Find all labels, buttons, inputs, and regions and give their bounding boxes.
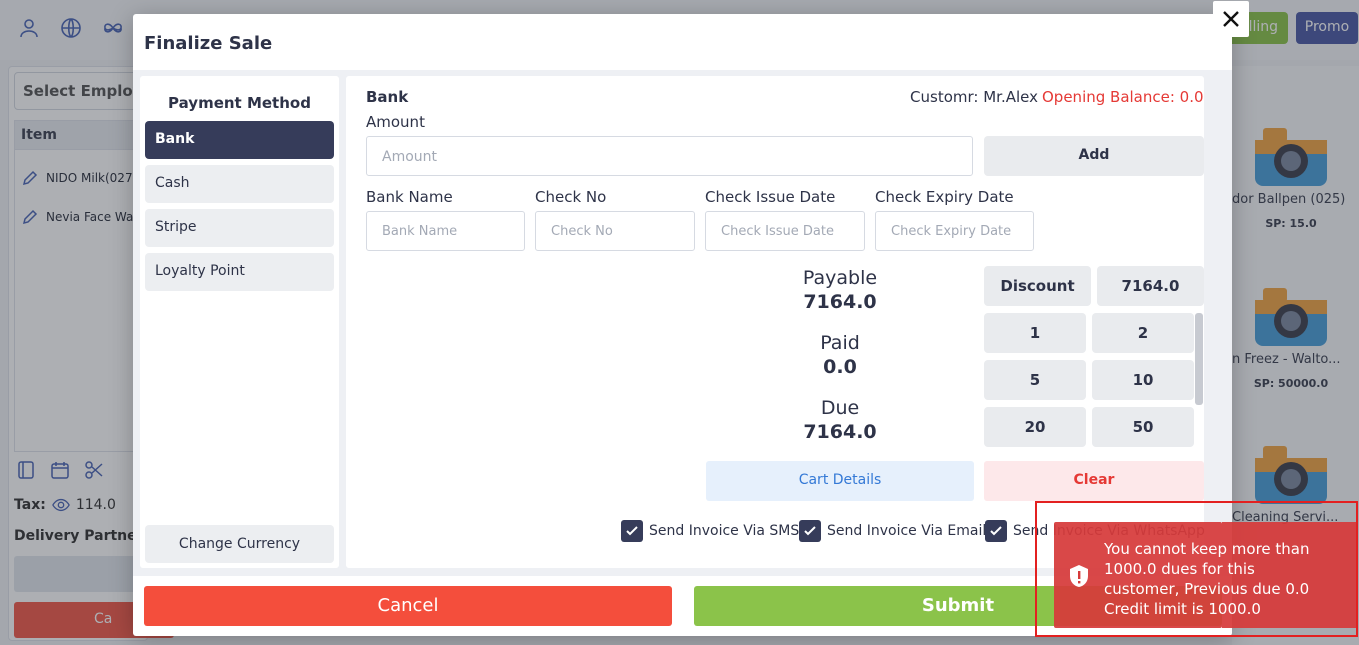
payment-section-title: Bank bbox=[366, 88, 409, 106]
close-modal-button[interactable] bbox=[1213, 1, 1249, 37]
payment-method-loyalty-point[interactable]: Loyalty Point bbox=[145, 253, 334, 291]
keypad-2[interactable]: 2 bbox=[1092, 313, 1194, 353]
payable-label: Payable bbox=[802, 267, 878, 289]
send-email-label: Send Invoice Via Email bbox=[827, 523, 987, 539]
discount-value[interactable]: 7164.0 bbox=[1097, 266, 1204, 306]
send-email-checkbox[interactable]: Send Invoice Via Email bbox=[799, 520, 986, 542]
keypad-10[interactable]: 10 bbox=[1092, 360, 1194, 400]
change-currency-button[interactable]: Change Currency bbox=[145, 525, 334, 563]
check-issue-date-label: Check Issue Date bbox=[705, 188, 836, 206]
paid-value: 0.0 bbox=[823, 356, 857, 378]
payment-method-bank[interactable]: Bank bbox=[145, 121, 334, 159]
due-value: 7164.0 bbox=[803, 421, 877, 443]
discount-button[interactable]: Discount bbox=[984, 266, 1091, 306]
payment-method-stripe[interactable]: Stripe bbox=[145, 209, 334, 247]
customer-name: Customr: Mr.Alex bbox=[910, 88, 1038, 106]
cancel-button[interactable]: Cancel bbox=[144, 586, 672, 626]
checkbox-checked-icon[interactable] bbox=[799, 520, 821, 542]
modal-title: Finalize Sale bbox=[144, 33, 273, 54]
check-issue-date-input[interactable]: Check Issue Date bbox=[705, 211, 865, 251]
cart-details-button[interactable]: Cart Details bbox=[706, 461, 974, 501]
keypad-1[interactable]: 1 bbox=[984, 313, 1086, 353]
payment-method-cash[interactable]: Cash bbox=[145, 165, 334, 203]
close-icon bbox=[1223, 11, 1239, 27]
payable-value: 7164.0 bbox=[803, 291, 877, 313]
check-expiry-date-input[interactable]: Check Expiry Date bbox=[875, 211, 1034, 251]
payment-form-panel: Bank Customr: Mr.Alex Opening Balance: 0… bbox=[346, 76, 1205, 568]
due-label: Due bbox=[820, 397, 860, 419]
checkbox-checked-icon[interactable] bbox=[621, 520, 643, 542]
payable-summary: Payable 7164.0 bbox=[740, 267, 940, 313]
payment-method-panel: Payment Method Bank Cash Stripe Loyalty … bbox=[140, 76, 339, 568]
toast-highlight-frame bbox=[1035, 501, 1358, 637]
amount-input[interactable]: Amount bbox=[366, 136, 973, 176]
opening-balance: Opening Balance: 0.0 bbox=[1042, 88, 1204, 106]
check-expiry-date-label: Check Expiry Date bbox=[875, 188, 1014, 206]
send-sms-checkbox[interactable]: Send Invoice Via SMS bbox=[621, 520, 799, 542]
send-sms-label: Send Invoice Via SMS bbox=[649, 523, 800, 539]
due-summary: Due 7164.0 bbox=[740, 397, 940, 443]
bank-name-input[interactable]: Bank Name bbox=[366, 211, 525, 251]
bank-name-label: Bank Name bbox=[366, 188, 453, 206]
paid-summary: Paid 0.0 bbox=[740, 332, 940, 378]
check-no-input[interactable]: Check No bbox=[535, 211, 695, 251]
checkbox-checked-icon[interactable] bbox=[985, 520, 1007, 542]
keypad-20[interactable]: 20 bbox=[984, 407, 1086, 447]
paid-label: Paid bbox=[820, 332, 860, 354]
amount-label: Amount bbox=[366, 113, 425, 131]
add-button[interactable]: Add bbox=[984, 136, 1204, 176]
keypad-5[interactable]: 5 bbox=[984, 360, 1086, 400]
keypad-50[interactable]: 50 bbox=[1092, 407, 1194, 447]
keypad-scrollbar[interactable] bbox=[1195, 313, 1203, 405]
check-no-label: Check No bbox=[535, 188, 607, 206]
payment-method-title: Payment Method bbox=[168, 94, 311, 112]
clear-button[interactable]: Clear bbox=[984, 461, 1204, 501]
